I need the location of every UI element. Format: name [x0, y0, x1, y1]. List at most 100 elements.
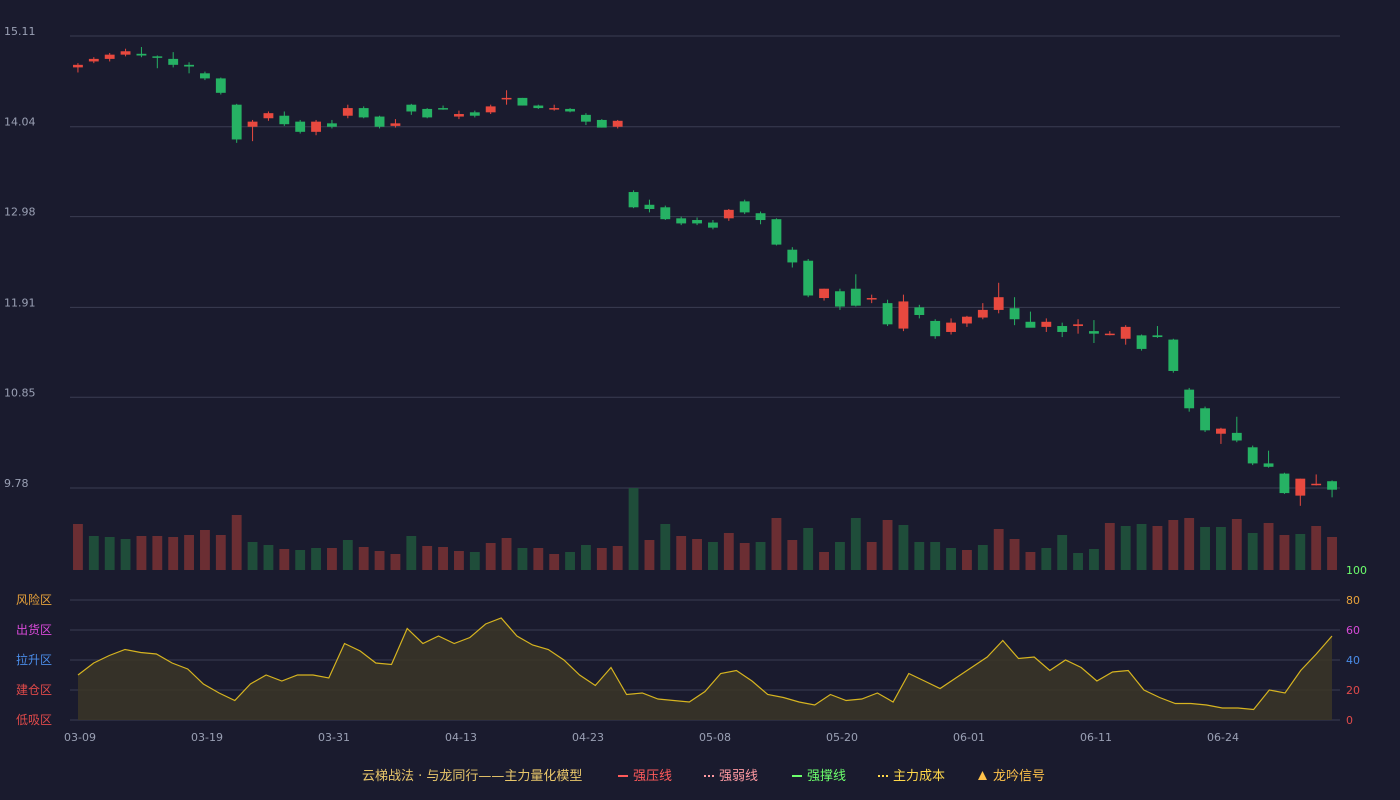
volume-bar [88, 536, 99, 570]
candle-body [708, 222, 718, 228]
volume-series [73, 488, 1337, 570]
volume-bar [1152, 526, 1163, 570]
price-tick-label: 15.11 [4, 25, 36, 38]
legend-item-label[interactable]: 强压线 [633, 769, 672, 784]
volume-bar [311, 548, 321, 570]
candle-body [1200, 408, 1210, 431]
volume-bar [469, 552, 480, 570]
price-tick-label: 12.98 [4, 206, 36, 219]
candle-body [390, 123, 401, 126]
candle-body [628, 192, 639, 208]
indicator-tick-label: 60 [1346, 624, 1360, 637]
candle-body [1168, 339, 1179, 371]
volume-bar [723, 533, 734, 570]
volume-bar [136, 536, 147, 570]
date-tick-label: 05-20 [826, 731, 858, 744]
candle-body [755, 213, 766, 221]
legend-item-label[interactable]: 云梯战法 · 与龙同行——主力量化模型 [362, 769, 582, 784]
volume-bar [596, 548, 607, 570]
zone-label: 低吸区 [16, 713, 52, 727]
volume-bar [946, 548, 956, 570]
date-tick-label: 04-23 [572, 731, 604, 744]
volume-bar [1120, 526, 1131, 570]
candle-body [517, 97, 528, 106]
volume-bar [1041, 548, 1052, 570]
indicator-tick-label: 20 [1346, 684, 1360, 697]
candle-body [914, 307, 925, 316]
price-axis: 15.11 14.04 12.98 11.91 10.85 9.78 [4, 25, 36, 490]
candle-body [1025, 321, 1036, 328]
candle-body [803, 260, 814, 296]
volume-bar [438, 547, 448, 570]
candle-body [200, 73, 210, 79]
volume-bar [533, 548, 544, 570]
volume-bar [739, 543, 750, 570]
candle-body [358, 108, 369, 118]
volume-bar [342, 540, 353, 570]
candle-body [723, 209, 734, 219]
volume-bar [977, 545, 988, 570]
volume-bar [644, 540, 655, 570]
candle-body [1152, 335, 1163, 338]
candle-body [1089, 331, 1099, 334]
volume-bar [930, 542, 941, 570]
volume-bar [882, 520, 893, 570]
candle-body [1295, 478, 1306, 496]
indicator-tick-label: 100 [1346, 564, 1367, 577]
candle-body [1184, 389, 1195, 409]
volume-bar [184, 535, 194, 570]
indicator-series [77, 617, 1333, 720]
indicator-tick-label: 0 [1346, 714, 1353, 727]
volume-bar [104, 537, 115, 570]
candle-body [930, 320, 941, 337]
volume-bar [993, 529, 1004, 570]
zone-label: 建仓区 [16, 683, 52, 697]
volume-bar [898, 525, 909, 570]
candle-body [1009, 308, 1020, 320]
candle-body [977, 309, 988, 318]
candle-body [962, 316, 972, 324]
date-tick-label: 03-31 [318, 731, 350, 744]
volume-bar [692, 539, 702, 570]
volume-bar [422, 546, 433, 570]
volume-bar [1247, 533, 1258, 570]
candle-body [1263, 463, 1274, 467]
legend-triangle-marker [978, 771, 987, 780]
volume-bar [1327, 537, 1337, 570]
volume-bar [120, 539, 131, 570]
legend-item-label[interactable]: 龙吟信号 [993, 768, 1045, 784]
volume-bar [247, 542, 258, 570]
candle-body [263, 113, 274, 119]
candle-body [612, 120, 623, 127]
candle-body [549, 108, 560, 110]
candle-body [533, 105, 544, 109]
candle-body [73, 64, 83, 68]
legend-item-label[interactable]: 强撑线 [807, 769, 846, 784]
candlestick-series [73, 47, 1337, 506]
candle-body [1120, 326, 1131, 339]
volume-bar [803, 528, 814, 570]
volume-bar [358, 547, 369, 570]
candle-body [835, 291, 845, 307]
candle-body [327, 123, 337, 127]
volume-bar [962, 550, 972, 570]
legend-item-label[interactable]: 主力成本 [893, 769, 945, 784]
volume-bar [327, 548, 337, 570]
legend-item-label[interactable]: 强弱线 [719, 769, 758, 784]
volume-bar [1104, 523, 1115, 570]
candle-body [136, 53, 147, 56]
volume-bar [787, 540, 798, 570]
indicator-right-axis: 100 80 60 40 20 0 [1346, 564, 1367, 727]
date-tick-label: 03-19 [191, 731, 223, 744]
candle-body [231, 104, 242, 140]
candle-body [1327, 481, 1337, 490]
candle-body [565, 108, 575, 112]
candle-body [676, 218, 687, 224]
candle-body [1073, 324, 1083, 327]
volume-bar [390, 554, 401, 570]
chart-legend[interactable]: 云梯战法 · 与龙同行——主力量化模型 强压线 强弱线 强撑线 主力成本 龙吟信号 [362, 768, 1045, 784]
volume-bar [676, 536, 687, 570]
candle-body [485, 106, 496, 113]
candle-body [438, 108, 448, 110]
candle-body [342, 108, 353, 116]
